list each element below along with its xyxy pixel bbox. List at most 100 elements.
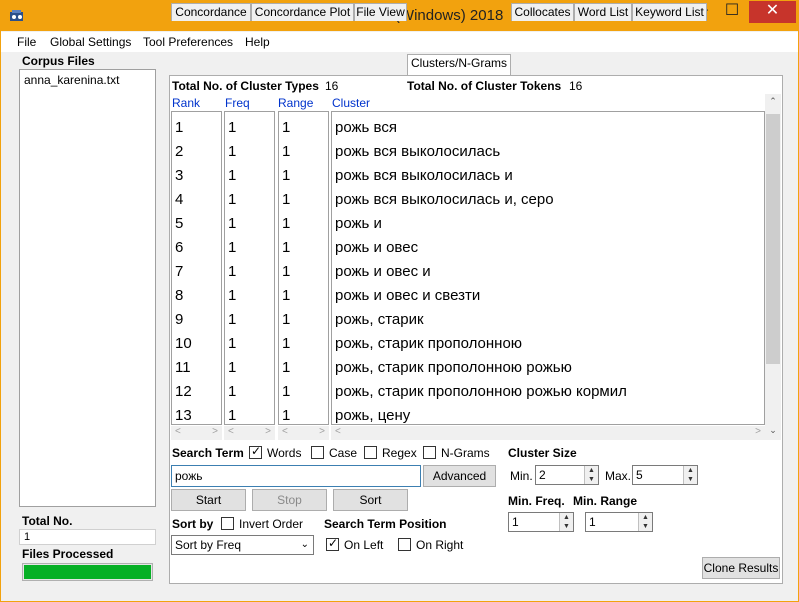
sort-by-select[interactable]: Sort by Freq ⌄ xyxy=(171,535,314,555)
on-left-checkbox[interactable] xyxy=(326,536,339,551)
freq-cell[interactable]: 1 xyxy=(228,143,236,160)
rank-cell[interactable]: 8 xyxy=(175,287,183,304)
column-header-range[interactable]: Range xyxy=(278,96,313,110)
range-cell[interactable]: 1 xyxy=(282,359,290,376)
tab-collocates[interactable]: Collocates xyxy=(511,3,574,21)
rank-cell[interactable]: 5 xyxy=(175,215,183,232)
freq-cell[interactable]: 1 xyxy=(228,407,236,424)
freq-cell[interactable]: 1 xyxy=(228,191,236,208)
corpus-file-item[interactable]: anna_karenina.txt xyxy=(24,73,119,87)
menu-help[interactable]: Help xyxy=(245,35,270,49)
words-checkbox[interactable] xyxy=(249,444,262,459)
corpus-file-list[interactable]: anna_karenina.txt xyxy=(19,69,156,507)
freq-cell[interactable]: 1 xyxy=(228,287,236,304)
freq-column[interactable]: 1 1 1 1 1 1 1 1 1 1 1 1 1 xyxy=(224,111,275,425)
rank-hscroll[interactable]: < > xyxy=(171,426,222,440)
range-cell[interactable]: 1 xyxy=(282,287,290,304)
cluster-cell[interactable]: рожь вся xyxy=(335,119,397,136)
rank-cell[interactable]: 2 xyxy=(175,143,183,160)
rank-cell[interactable]: 10 xyxy=(175,335,192,352)
scroll-left-icon[interactable]: < xyxy=(282,426,288,438)
menu-tool-preferences[interactable]: Tool Preferences xyxy=(143,35,233,49)
freq-cell[interactable]: 1 xyxy=(228,335,236,352)
range-cell[interactable]: 1 xyxy=(282,143,290,160)
rank-cell[interactable]: 13 xyxy=(175,407,192,424)
scroll-left-icon[interactable]: < xyxy=(335,426,341,438)
cluster-cell[interactable]: рожь, старик прополонною рожью кормил xyxy=(335,383,627,400)
freq-cell[interactable]: 1 xyxy=(228,119,236,136)
cluster-hscroll[interactable]: < > xyxy=(331,426,765,440)
invert-order-checkbox[interactable] xyxy=(221,517,234,530)
cluster-column[interactable]: рожь вся рожь вся выколосилась рожь вся вы… xyxy=(331,111,765,425)
cluster-cell[interactable]: рожь вся выколосилась и, серо xyxy=(335,191,554,208)
range-column[interactable]: 1 1 1 1 1 1 1 1 1 1 1 1 1 xyxy=(278,111,329,425)
advanced-button[interactable]: Advanced xyxy=(423,465,496,487)
min-size-spinner[interactable]: 2 ▲ ▼ xyxy=(535,465,599,485)
scroll-up-icon[interactable]: ⌃ xyxy=(765,96,781,107)
freq-cell[interactable]: 1 xyxy=(228,239,236,256)
cluster-cell[interactable]: рожь вся выколосилась xyxy=(335,143,500,160)
on-right-checkbox[interactable] xyxy=(398,538,411,551)
freq-cell[interactable]: 1 xyxy=(228,359,236,376)
rank-cell[interactable]: 3 xyxy=(175,167,183,184)
min-freq-spinner[interactable]: 1 ▲ ▼ xyxy=(508,512,574,532)
range-hscroll[interactable]: < > xyxy=(278,426,329,440)
rank-cell[interactable]: 9 xyxy=(175,311,183,328)
tab-clusters-ngrams[interactable]: Clusters/N-Grams xyxy=(407,54,511,75)
spin-arrows-icon[interactable]: ▲ ▼ xyxy=(559,513,573,531)
freq-hscroll[interactable]: < > xyxy=(224,426,275,440)
chevron-down-icon[interactable]: ⌄ xyxy=(301,536,309,554)
tab-word-list[interactable]: Word List xyxy=(574,3,632,21)
ngrams-checkbox[interactable] xyxy=(423,446,436,459)
range-cell[interactable]: 1 xyxy=(282,383,290,400)
results-grid[interactable]: 1 2 3 4 5 6 7 8 9 10 11 12 13 1111111111111 11111111… xyxy=(171,111,765,425)
scroll-left-icon[interactable]: < xyxy=(175,426,181,438)
column-header-cluster[interactable]: Cluster xyxy=(332,96,370,110)
range-cell[interactable]: 1 xyxy=(282,311,290,328)
menu-file[interactable]: File xyxy=(17,35,36,49)
results-vertical-scrollbar[interactable]: ⌃ ⌄ xyxy=(765,94,781,440)
tab-concordance[interactable]: Concordance xyxy=(171,3,251,21)
rank-cell[interactable]: 1 xyxy=(175,119,183,136)
cluster-cell[interactable]: рожь, старик прополонною рожью xyxy=(335,359,572,376)
sort-button[interactable]: Sort xyxy=(333,489,408,511)
spin-arrows-icon[interactable]: ▲ ▼ xyxy=(638,513,652,531)
cluster-cell[interactable]: рожь и овес и свезти xyxy=(335,287,480,304)
range-cell[interactable]: 1 xyxy=(282,335,290,352)
freq-cell[interactable]: 1 xyxy=(228,311,236,328)
spin-arrows-icon[interactable]: ▲ ▼ xyxy=(683,466,697,484)
tab-keyword-list[interactable]: Keyword List xyxy=(632,3,707,21)
freq-cell[interactable]: 1 xyxy=(228,383,236,400)
close-button[interactable]: ✕ xyxy=(749,1,796,23)
range-cell[interactable]: 1 xyxy=(282,263,290,280)
tab-concordance-plot[interactable]: Concordance Plot xyxy=(251,3,354,21)
cluster-cell[interactable]: рожь и овес xyxy=(335,239,418,256)
regex-checkbox[interactable] xyxy=(364,446,377,459)
rank-cell[interactable]: 12 xyxy=(175,383,192,400)
scroll-left-icon[interactable]: < xyxy=(228,426,234,438)
cluster-cell[interactable]: рожь, цену xyxy=(335,407,410,424)
cluster-cell[interactable]: рожь, старик прополонною xyxy=(335,335,522,352)
range-cell[interactable]: 1 xyxy=(282,191,290,208)
scroll-right-icon[interactable]: > xyxy=(212,426,218,438)
freq-cell[interactable]: 1 xyxy=(228,263,236,280)
rank-cell[interactable]: 11 xyxy=(175,359,191,376)
scroll-thumb[interactable] xyxy=(766,114,780,364)
rank-cell[interactable]: 6 xyxy=(175,239,183,256)
scroll-down-icon[interactable]: ⌄ xyxy=(765,425,781,436)
maximize-button[interactable]: ☐ xyxy=(717,1,747,23)
freq-cell[interactable]: 1 xyxy=(228,167,236,184)
rank-cell[interactable]: 7 xyxy=(175,263,183,280)
cluster-cell[interactable]: рожь, старик xyxy=(335,311,424,328)
scroll-right-icon[interactable]: > xyxy=(319,426,325,438)
range-cell[interactable]: 1 xyxy=(282,407,290,424)
start-button[interactable]: Start xyxy=(171,489,246,511)
stop-button[interactable]: Stop xyxy=(252,489,327,511)
rank-column[interactable]: 1 2 3 4 5 6 7 8 9 10 11 12 13 xyxy=(171,111,222,425)
range-cell[interactable]: 1 xyxy=(282,215,290,232)
column-header-rank[interactable]: Rank xyxy=(172,96,200,110)
cluster-cell[interactable]: рожь и xyxy=(335,215,382,232)
cluster-cell[interactable]: рожь вся выколосилась и xyxy=(335,167,513,184)
clone-results-button[interactable]: Clone Results xyxy=(702,557,780,579)
search-term-input[interactable]: рожь xyxy=(171,465,421,487)
